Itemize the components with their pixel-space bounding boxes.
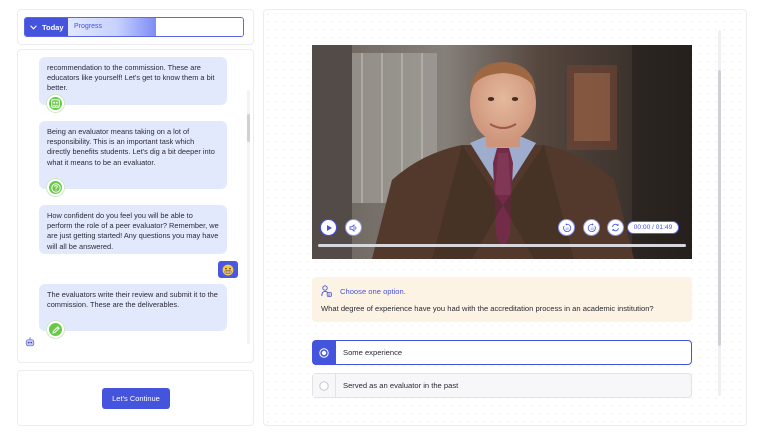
- radio-selected[interactable]: [313, 341, 336, 364]
- user-reply-avatar: [218, 261, 238, 278]
- radio-checked-icon: [319, 347, 329, 358]
- continue-button[interactable]: Let's Continue: [102, 388, 170, 409]
- answer-option-1[interactable]: Some experience: [312, 340, 692, 365]
- progress-label: Progress: [74, 23, 103, 30]
- forward-10-button[interactable]: 10: [583, 219, 600, 236]
- radio-unselected[interactable]: [313, 374, 336, 397]
- today-dropdown-button[interactable]: Today: [25, 18, 68, 36]
- question-card: Choose one option. What degree of experi…: [312, 277, 692, 322]
- svg-text:10: 10: [590, 226, 594, 230]
- svg-text:10: 10: [565, 226, 569, 230]
- progress-header: Today Progress: [17, 9, 254, 45]
- rewind-10-icon: 10: [562, 222, 571, 232]
- today-label: Today: [42, 22, 64, 32]
- progress-bar: Progress: [68, 18, 243, 36]
- question-text: What degree of experience have you had w…: [321, 304, 654, 313]
- question-person-icon: [321, 285, 332, 297]
- video-seek-bar[interactable]: [318, 244, 686, 247]
- chat-message-1: recommendation to the commission. These …: [39, 57, 227, 105]
- play-icon: [326, 224, 332, 231]
- replay-button[interactable]: [607, 219, 624, 236]
- chat-panel[interactable]: recommendation to the commission. These …: [17, 49, 254, 363]
- chevron-down-icon: [30, 24, 37, 30]
- question-instruction: Choose one option.: [340, 287, 406, 296]
- grimacing-emoji-icon: [222, 264, 234, 275]
- question-icon: [47, 179, 64, 196]
- chat-message-text: How confident do you feel you will be ab…: [47, 211, 219, 251]
- people-icon: [47, 95, 64, 112]
- replay-icon: [612, 223, 619, 232]
- chat-message-text: recommendation to the commission. These …: [47, 63, 215, 93]
- continue-panel: Let's Continue: [17, 370, 254, 426]
- answer-option-label: Served as an evaluator in the past: [343, 381, 459, 390]
- answer-option-2[interactable]: Served as an evaluator in the past: [312, 373, 692, 398]
- video-time-display: 00:00 / 01:49: [627, 221, 679, 234]
- pencil-icon: [47, 321, 64, 338]
- volume-button[interactable]: [345, 219, 362, 236]
- forward-10-icon: 10: [587, 222, 596, 232]
- chat-message-3: How confident do you feel you will be ab…: [39, 205, 227, 254]
- chat-scrollbar-thumb[interactable]: [247, 114, 250, 142]
- chat-message-4: The evaluators write their review and su…: [39, 284, 227, 331]
- chat-message-2: Being an evaluator means taking on a lot…: [39, 121, 227, 189]
- chat-message-text: Being an evaluator means taking on a lot…: [47, 127, 215, 167]
- radio-empty-icon: [319, 380, 329, 391]
- app-root: Today Progress recommendation to the com…: [0, 0, 768, 440]
- volume-icon: [349, 223, 357, 232]
- progress-control: Today Progress: [24, 17, 244, 37]
- play-button[interactable]: [320, 219, 337, 236]
- rewind-10-button[interactable]: 10: [558, 219, 575, 236]
- answer-option-label: Some experience: [343, 348, 403, 357]
- lesson-scrollbar-thumb[interactable]: [718, 70, 721, 346]
- bot-avatar-icon: [25, 337, 35, 347]
- chat-message-text: The evaluators write their review and su…: [47, 290, 218, 310]
